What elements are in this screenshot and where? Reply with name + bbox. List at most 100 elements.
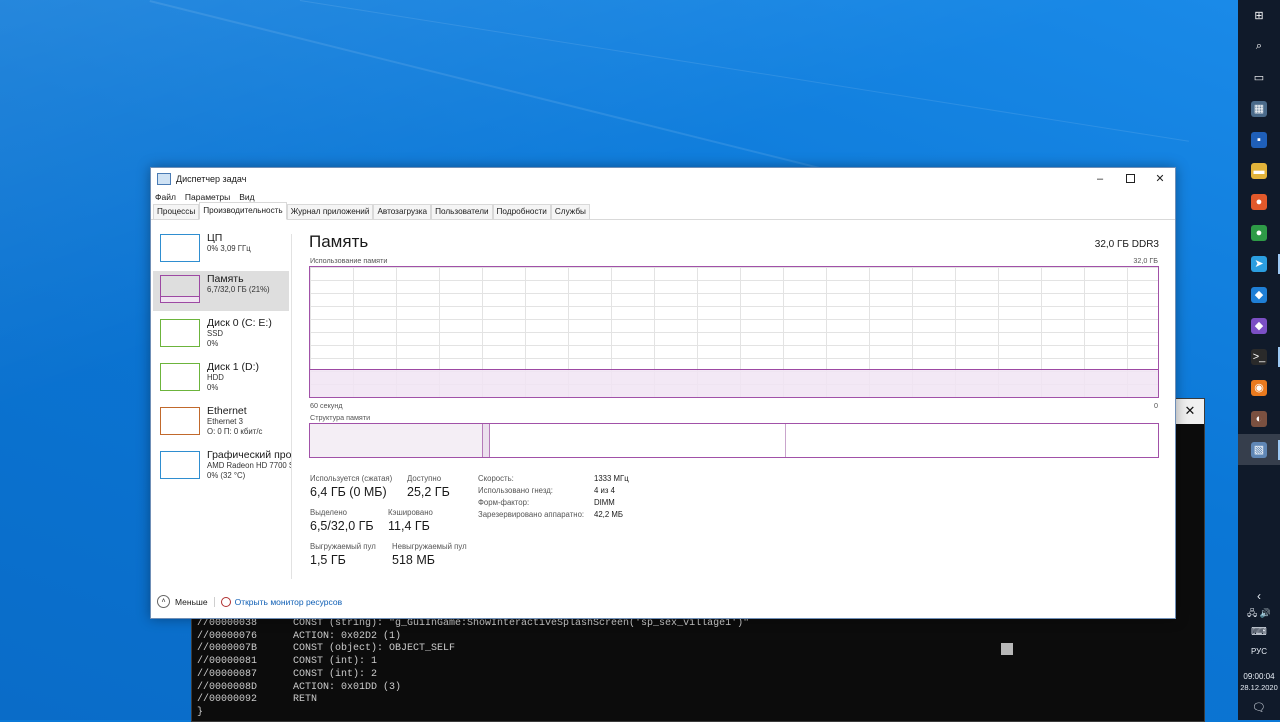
maximize-button[interactable] [1115, 168, 1145, 189]
available-value: 25,2 ГБ [407, 485, 450, 499]
console-line-text: RETN [293, 694, 318, 706]
notifications-icon[interactable]: 🗨 [1252, 703, 1266, 714]
segment-in-use[interactable] [310, 424, 483, 457]
firefox-icon: ● [1251, 193, 1267, 210]
console-close-button[interactable]: ✕ [1176, 399, 1204, 423]
menu-item[interactable]: Параметры [185, 192, 230, 202]
console-line: //00000081 CONST (int): 1 [197, 656, 749, 669]
menu-item[interactable]: Вид [239, 192, 254, 202]
sidebar-item-text: Графический про AMD Radeon HD 7700 S 0% (3… [207, 449, 291, 481]
console-line-text: CONST (int): 1 [293, 656, 378, 668]
tab[interactable]: Производительность [199, 202, 287, 220]
taskbar-button[interactable]: ◆ [1238, 279, 1280, 310]
console-line-address: } [197, 706, 204, 718]
available-label: Доступно [407, 474, 442, 483]
tab[interactable]: Журнал приложений [286, 204, 374, 219]
sidebar-item[interactable]: Ethernet Ethernet 3 О: 0 П: 0 кбит/с [153, 403, 289, 443]
chrome-icon: ● [1251, 224, 1267, 241]
detail-value: 42,2 МБ [594, 510, 623, 519]
open-resource-monitor-link[interactable]: Открыть монитор ресурсов [235, 597, 343, 607]
close-button[interactable]: ✕ [1145, 168, 1175, 189]
panel-title: Память [309, 232, 369, 251]
tray-expand-icon[interactable]: ‹ [1257, 590, 1261, 602]
segment-standby[interactable] [490, 424, 786, 457]
segment-modified[interactable] [483, 424, 490, 457]
paged-pool-label: Выгружаемый пул [310, 542, 376, 551]
segment-free[interactable] [786, 424, 1158, 457]
taskbar-button[interactable]: ⊞ [1238, 0, 1280, 31]
taskbar-button[interactable]: ⌕ [1238, 31, 1280, 62]
console-line-address: //0000008D [197, 681, 258, 693]
sidebar-item[interactable]: Память 6,7/32,0 ГБ (21%) [153, 271, 289, 311]
console-line-text: CONST (string): "g_GuiInGame:ShowInterac… [293, 618, 750, 629]
file-explorer-icon: ▬ [1251, 162, 1267, 179]
taskbar-button[interactable]: ◐ [1238, 403, 1280, 434]
console-line-address: //00000081 [197, 656, 258, 668]
sidebar-item[interactable]: Графический про AMD Radeon HD 7700 S 0% (3… [153, 447, 291, 487]
structure-label: Структура памяти [310, 413, 371, 422]
sidebar-item-name: Диск 1 (D:) [207, 361, 259, 373]
search-icon: ⌕ [1255, 40, 1263, 52]
console-line-address: //00000076 [197, 630, 258, 642]
taskbar-button[interactable]: ▭ [1238, 62, 1280, 93]
cached-label: Кэшировано [388, 508, 433, 517]
sidebar-item-sub2: О: 0 П: 0 кбит/с [207, 427, 263, 436]
taskbar-button[interactable]: ● [1238, 217, 1280, 248]
taskbar-button[interactable]: >_ [1238, 341, 1280, 372]
sidebar-item-thumbnail [160, 407, 200, 435]
network-volume-icon[interactable]: 🖧 🔊 [1247, 608, 1271, 619]
tab-strip: Процессы Производительность Журнал приложе… [151, 202, 1175, 220]
tab[interactable]: Автозагрузка [373, 204, 432, 219]
system-tray: ‹ 🖧 🔊 ⌨ РУС 09:00:04 28.12.2020 🗨 [1238, 590, 1280, 720]
sidebar-item-name: Память [207, 273, 244, 285]
sidebar-item-sub2: 0% (32 °C) [207, 471, 246, 480]
console-line-address: //00000038 [197, 618, 258, 629]
detail-value: DIMM [594, 498, 615, 507]
windows-start-icon: ⊞ [1254, 10, 1264, 22]
sidebar-item-name: Графический про [207, 449, 291, 461]
tab[interactable]: Службы [550, 204, 590, 219]
taskbar-button[interactable]: ▦ [1238, 93, 1280, 124]
tab[interactable]: Процессы [153, 204, 200, 219]
sidebar-item-sub1: Ethernet 3 [207, 417, 243, 426]
tab[interactable]: Подробности [492, 204, 551, 219]
in-use-value: 6,4 ГБ (0 МБ) [310, 485, 387, 499]
taskbar-button[interactable]: ● [1238, 186, 1280, 217]
taskbar-button[interactable]: ▬ [1238, 155, 1280, 186]
console-line-address: //0000007B [197, 643, 258, 655]
console-line: //0000008D ACTION: 0x01DD (3) [197, 682, 749, 695]
sidebar-item[interactable]: Диск 0 (C: E:) SSD 0% [153, 315, 289, 355]
sidebar-item-thumbnail [160, 319, 200, 347]
graph-time-right: 0 [1154, 401, 1158, 410]
sidebar-item[interactable]: ЦП 0% 3,09 ГГц [153, 230, 289, 270]
nonpaged-pool-value: 518 МБ [392, 553, 435, 567]
tab[interactable]: Пользователи [431, 204, 493, 219]
keyboard-icon[interactable]: ⌨ [1251, 627, 1267, 638]
minimize-button[interactable]: – [1085, 168, 1115, 189]
task-manager-window[interactable]: Диспетчер задач – ✕ Файл Параметры Вид Про… [150, 167, 1176, 619]
sidebar-item-thumbnail [160, 451, 200, 479]
console-output: //00000038 CONST (string): "g_GuiInGame:S… [197, 618, 749, 720]
sidebar-item-text: Ethernet Ethernet 3 О: 0 П: 0 кбит/с [207, 405, 291, 437]
titlebar[interactable]: Диспетчер задач – ✕ [151, 168, 1175, 189]
console-line-address: //00000087 [197, 668, 258, 680]
user-app-icon: ◐ [1251, 410, 1267, 427]
taskbar-button[interactable]: ➤ [1238, 248, 1280, 279]
window-title: Диспетчер задач [176, 173, 247, 184]
language-indicator[interactable]: РУС [1251, 646, 1267, 657]
blender-icon: ◉ [1251, 379, 1267, 396]
menu-item[interactable]: Файл [155, 192, 176, 202]
chevron-up-icon[interactable]: ˄ [157, 595, 170, 608]
clock-time[interactable]: 09:00:04 [1243, 671, 1274, 682]
taskbar-button[interactable]: ◆ [1238, 310, 1280, 341]
clock-date[interactable]: 28.12.2020 [1240, 682, 1278, 693]
sidebar-item[interactable]: Диск 1 (D:) HDD 0% [153, 359, 289, 399]
taskbar-button[interactable]: ▪ [1238, 124, 1280, 155]
taskbar-button[interactable]: ◉ [1238, 372, 1280, 403]
sidebar-item-thumbnail [160, 363, 200, 391]
fewer-details-button[interactable]: Меньше [175, 597, 208, 607]
sidebar-item-name: ЦП [207, 232, 223, 244]
sidebar-item-thumbnail [160, 234, 200, 262]
save-disk-icon: ▪ [1251, 131, 1267, 148]
taskbar-button[interactable]: ▧ [1238, 434, 1280, 465]
